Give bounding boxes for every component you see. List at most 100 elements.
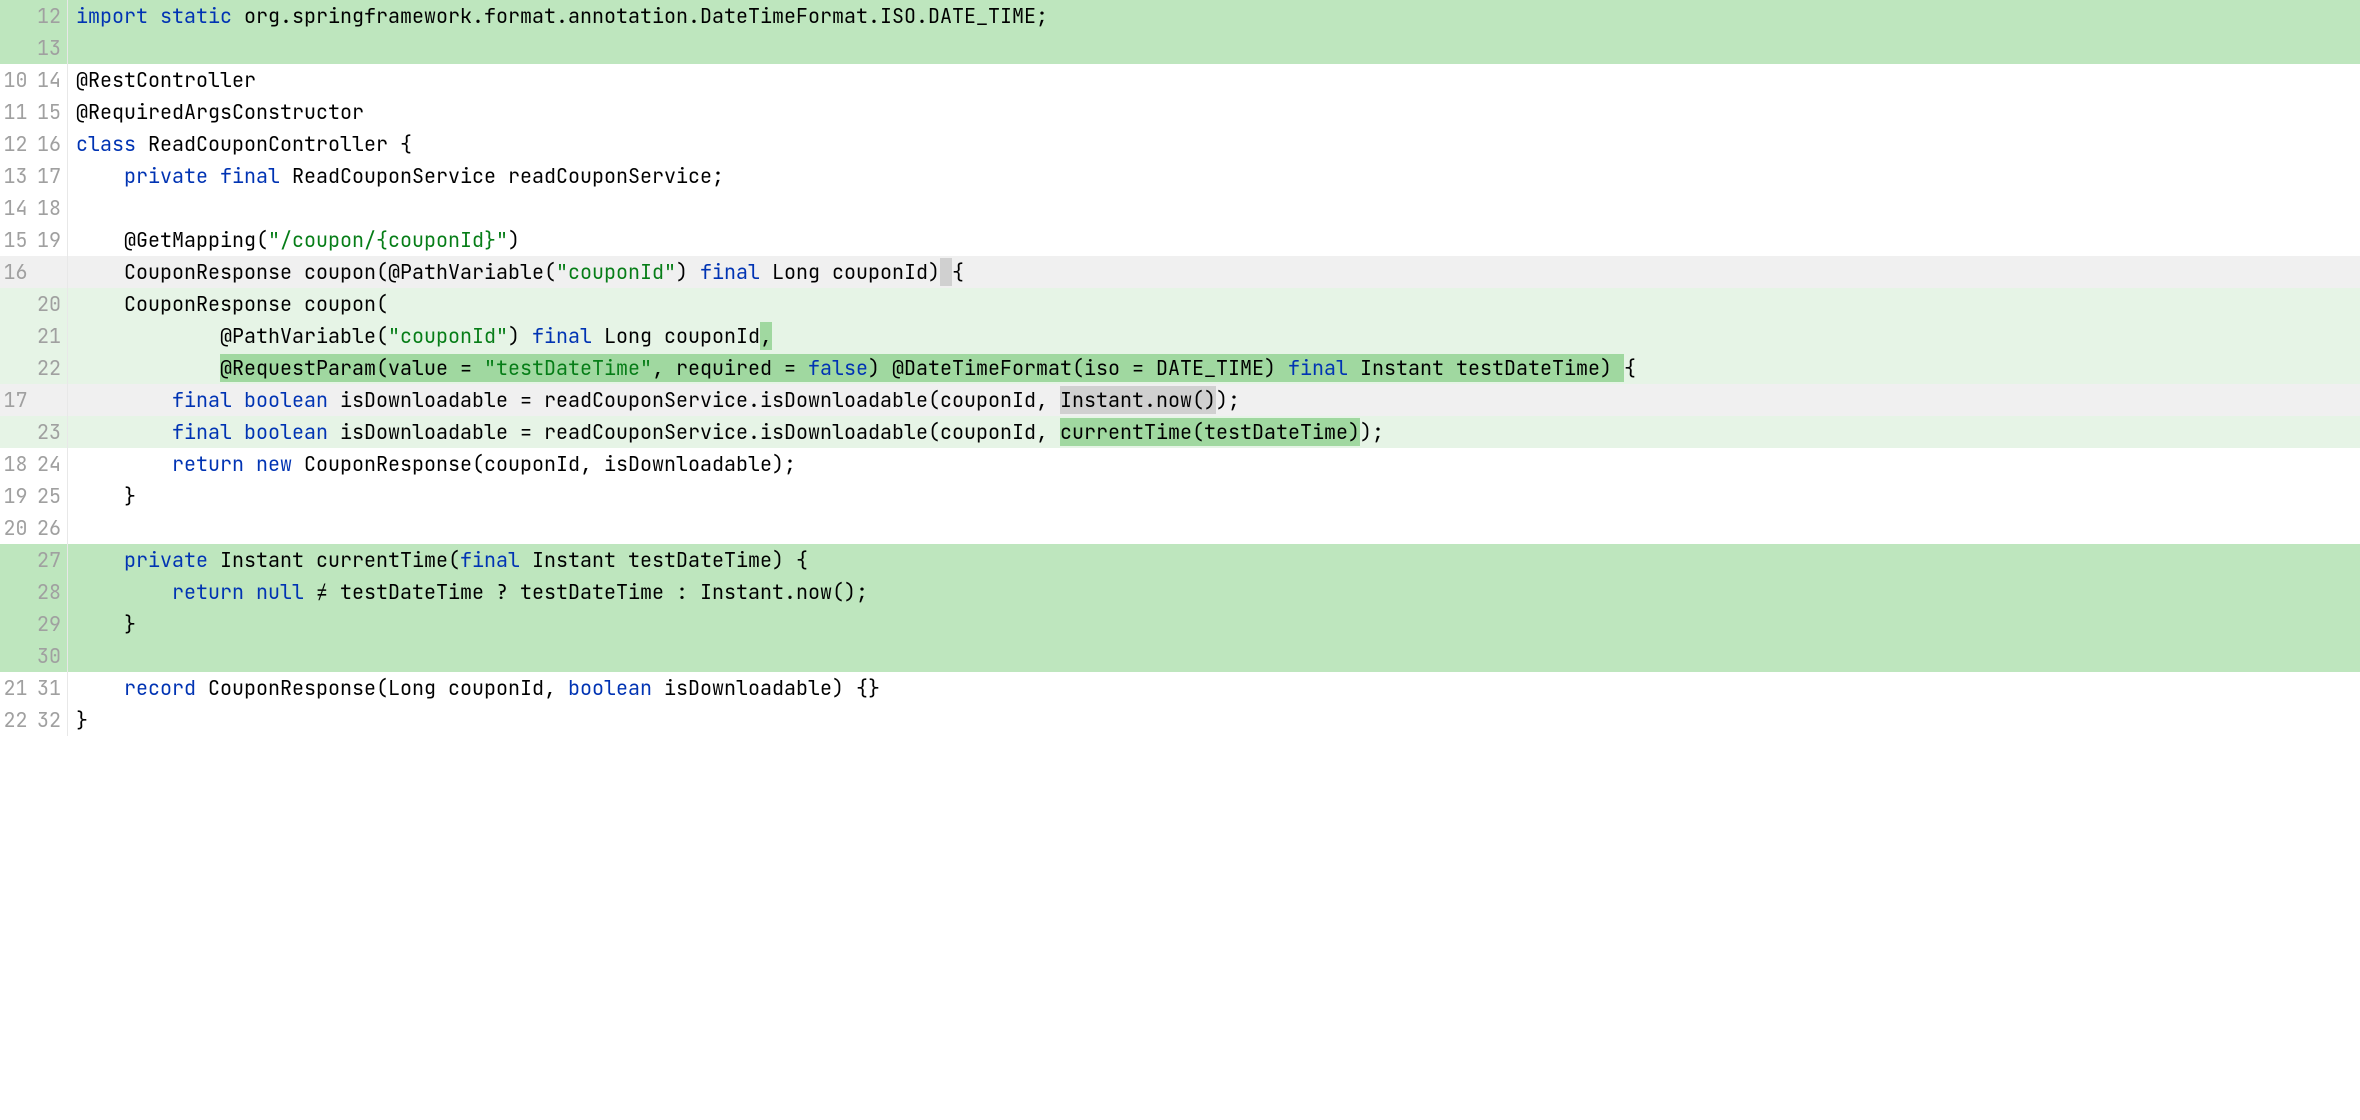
old-line-number [0,416,34,448]
code-content[interactable]: @RestController [68,64,2335,96]
diff-line[interactable]: 1418 [0,192,2360,224]
diff-line[interactable]: 1216class ReadCouponController { [0,128,2360,160]
gutter[interactable]: 30 [0,640,68,672]
diff-line[interactable]: 21 @PathVariable("couponId") final Long … [0,320,2360,352]
diff-marker-strip [2335,480,2360,512]
diff-line[interactable]: 1519 @GetMapping("/coupon/{couponId}") [0,224,2360,256]
code-content[interactable]: private final ReadCouponService readCoup… [68,160,2335,192]
gutter[interactable]: 17 [0,384,68,416]
code-content[interactable]: @GetMapping("/coupon/{couponId}") [68,224,2335,256]
diff-line[interactable]: 23 final boolean isDownloadable = readCo… [0,416,2360,448]
diff-marker-strip [2335,0,2360,32]
code-keyword: private [124,547,220,573]
gutter[interactable]: 13 [0,32,68,64]
code-keyword: return null [172,579,316,605]
code-text: , required = [652,355,808,381]
diff-line[interactable]: 13 [0,32,2360,64]
code-keyword: final [1288,355,1360,381]
diff-line[interactable]: 27 private Instant currentTime(final Ins… [0,544,2360,576]
gutter[interactable]: 28 [0,576,68,608]
code-content[interactable]: @RequestParam(value = "testDateTime", re… [68,352,2335,384]
code-content[interactable]: final boolean isDownloadable = readCoupo… [68,416,2335,448]
old-line-number: 22 [0,704,34,736]
old-line-number [0,640,34,672]
diff-line[interactable]: 2131 record CouponResponse(Long couponId… [0,672,2360,704]
diff-line[interactable]: 1014@RestController [0,64,2360,96]
new-line-number: 28 [34,576,68,608]
code-text: ≠ testDateTime ? testDateTime : Instant.… [316,579,868,605]
gutter[interactable]: 21 [0,320,68,352]
diff-line[interactable]: 1317 private final ReadCouponService rea… [0,160,2360,192]
diff-line[interactable]: 28 return null ≠ testDateTime ? testDate… [0,576,2360,608]
old-line-number [0,0,34,32]
code-content[interactable]: @RequiredArgsConstructor [68,96,2335,128]
diff-line[interactable]: 16 CouponResponse coupon(@PathVariable("… [0,256,2360,288]
new-line-number: 21 [34,320,68,352]
code-content[interactable]: return new CouponResponse(couponId, isDo… [68,448,2335,480]
old-line-number: 13 [0,160,34,192]
gutter[interactable]: 1824 [0,448,68,480]
diff-line[interactable]: 17 final boolean isDownloadable = readCo… [0,384,2360,416]
diff-container: 12import static org.springframework.form… [0,0,2360,736]
code-content[interactable]: private Instant currentTime(final Instan… [68,544,2335,576]
diff-line[interactable]: 1824 return new CouponResponse(couponId,… [0,448,2360,480]
gutter[interactable]: 29 [0,608,68,640]
gutter[interactable]: 22 [0,352,68,384]
gutter[interactable]: 20 [0,288,68,320]
gutter[interactable]: 1925 [0,480,68,512]
diff-line[interactable]: 12import static org.springframework.form… [0,0,2360,32]
old-line-number [0,320,34,352]
code-text: ReadCouponService readCouponService; [292,163,724,189]
code-content[interactable]: } [68,704,2335,736]
code-text [76,579,172,605]
gutter[interactable]: 1216 [0,128,68,160]
gutter[interactable]: 1317 [0,160,68,192]
old-line-number: 10 [0,64,34,96]
diff-line[interactable]: 2232} [0,704,2360,736]
code-content[interactable]: @PathVariable("couponId") final Long cou… [68,320,2335,352]
gutter[interactable]: 1115 [0,96,68,128]
diff-line[interactable]: 29 } [0,608,2360,640]
code-content[interactable]: } [68,480,2335,512]
gutter[interactable]: 23 [0,416,68,448]
diff-marker-strip [2335,64,2360,96]
code-keyword: false [808,355,868,381]
gutter[interactable]: 2026 [0,512,68,544]
gutter[interactable]: 27 [0,544,68,576]
code-text: ) @DateTimeFormat(iso = DATE_TIME) [868,355,1288,381]
new-line-number: 13 [34,32,68,64]
diff-line[interactable]: 1925 } [0,480,2360,512]
code-content[interactable]: import static org.springframework.format… [68,0,2335,32]
gutter[interactable]: 1519 [0,224,68,256]
diff-line[interactable]: 1115@RequiredArgsConstructor [0,96,2360,128]
old-line-number [0,352,34,384]
code-text: Long couponId [604,323,760,349]
code-content[interactable]: class ReadCouponController { [68,128,2335,160]
code-text: isDownloadable) {} [664,675,880,701]
code-content[interactable]: final boolean isDownloadable = readCoupo… [68,384,2335,416]
code-content[interactable]: CouponResponse coupon(@PathVariable("cou… [68,256,2335,288]
diff-line[interactable]: 20 CouponResponse coupon( [0,288,2360,320]
code-text: } [76,611,136,637]
new-line-number: 30 [34,640,68,672]
code-text: @PathVariable( [76,323,388,349]
diff-marker-strip [2335,128,2360,160]
new-line-number: 20 [34,288,68,320]
code-content[interactable]: CouponResponse coupon( [68,288,2335,320]
gutter[interactable]: 2232 [0,704,68,736]
gutter[interactable]: 1014 [0,64,68,96]
new-line-number: 25 [34,480,68,512]
gutter[interactable]: 1418 [0,192,68,224]
code-content[interactable]: record CouponResponse(Long couponId, boo… [68,672,2335,704]
diff-marker-strip [2335,352,2360,384]
code-content[interactable]: } [68,608,2335,640]
gutter[interactable]: 16 [0,256,68,288]
code-text: CouponResponse(Long couponId, [208,675,568,701]
diff-line[interactable]: 22 @RequestParam(value = "testDateTime",… [0,352,2360,384]
diff-line[interactable]: 30 [0,640,2360,672]
gutter[interactable]: 2131 [0,672,68,704]
code-content[interactable]: return null ≠ testDateTime ? testDateTim… [68,576,2335,608]
gutter[interactable]: 12 [0,0,68,32]
new-line-number: 31 [34,672,68,704]
diff-line[interactable]: 2026 [0,512,2360,544]
